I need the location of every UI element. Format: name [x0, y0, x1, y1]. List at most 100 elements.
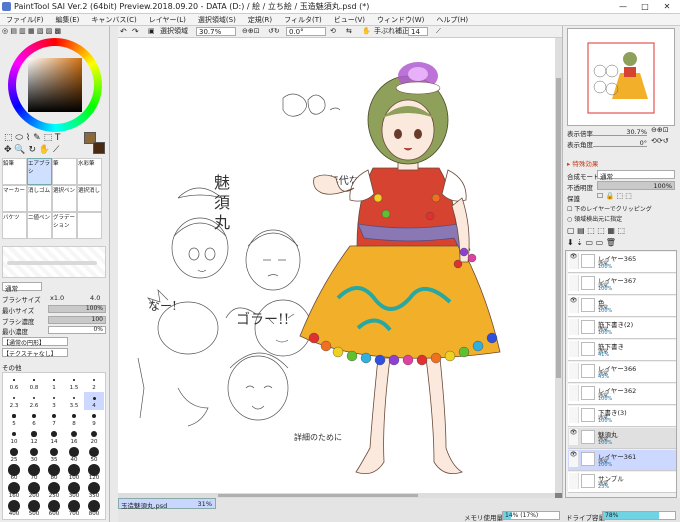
- menu-ruler[interactable]: 定規(R): [242, 14, 278, 26]
- layer-visibility-toggle[interactable]: 👁: [569, 429, 579, 445]
- brush-size-cell[interactable]: 25: [4, 446, 24, 464]
- menu-help[interactable]: ヘルプ(H): [430, 14, 474, 26]
- navigator-preview[interactable]: [567, 28, 675, 126]
- brush-size-cell[interactable]: 5: [4, 410, 24, 428]
- layer-row[interactable]: 下書き(3) 通常 100%: [568, 406, 676, 427]
- brush-size-cell[interactable]: 8: [64, 410, 84, 428]
- min-size-slider[interactable]: 100%: [48, 305, 106, 313]
- brush-size-cell[interactable]: 2.3: [4, 392, 24, 410]
- brush-size-cell[interactable]: 70: [24, 464, 44, 482]
- layer-row[interactable]: 👁 レイヤー365 通常 100%: [568, 252, 676, 273]
- menu-filter[interactable]: フィルタ(T): [278, 14, 328, 26]
- layer-visibility-toggle[interactable]: [569, 407, 579, 423]
- brush-size-cell[interactable]: 800: [84, 500, 104, 518]
- layer-visibility-toggle[interactable]: [569, 385, 579, 401]
- brush-size-cell[interactable]: 500: [24, 500, 44, 518]
- brush-size-cell[interactable]: 400: [4, 500, 24, 518]
- region-detect-checkbox[interactable]: ○ 領域検出元に指定: [567, 214, 622, 223]
- brush-size-cell[interactable]: 40: [64, 446, 84, 464]
- layer-row[interactable]: レイヤー367 通常 100%: [568, 274, 676, 295]
- brush-size-cell[interactable]: 120: [84, 464, 104, 482]
- layer-opacity-slider[interactable]: 100%: [597, 181, 675, 190]
- layer-action-icons[interactable]: ▢ ▤ ⬚ ⬚ ▦ ⬚: [567, 226, 625, 235]
- zoom-control-icons[interactable]: ⊖⊕⊡: [651, 126, 669, 134]
- tool-gradient[interactable]: グラデーション: [53, 215, 75, 229]
- tool-binary-pen[interactable]: 二値ペン: [28, 215, 50, 221]
- brush-size-cell[interactable]: 600: [44, 500, 64, 518]
- brush-size-cell[interactable]: 30: [24, 446, 44, 464]
- menu-view[interactable]: ビュー(V): [328, 14, 371, 26]
- brush-size-cell[interactable]: 1: [44, 374, 64, 392]
- tool-watercolor[interactable]: 水彩筆: [78, 161, 95, 167]
- color-sv-square[interactable]: [28, 58, 82, 112]
- layer-visibility-toggle[interactable]: 👁: [569, 297, 579, 313]
- brush-shape-select[interactable]: 【通常の円形】: [2, 337, 68, 347]
- protect-icons[interactable]: ☐ 🔒 ⬚ ⬚: [597, 192, 632, 200]
- zoom-select[interactable]: 30.7%: [196, 27, 236, 36]
- brush-size-cell[interactable]: 10: [4, 428, 24, 446]
- brush-size-cell[interactable]: 14: [44, 428, 64, 446]
- brush-size-value[interactable]: 4.0: [90, 294, 100, 304]
- layer-row[interactable]: 👁 魅須丸 通常 100%: [568, 428, 676, 449]
- file-tab[interactable]: 玉造魅須丸.psd 31%: [118, 498, 216, 510]
- layer-visibility-toggle[interactable]: 👁: [569, 451, 579, 467]
- layer-visibility-toggle[interactable]: [569, 473, 579, 489]
- tool-select-eraser[interactable]: 選択消し: [78, 188, 100, 194]
- brush-texture-select[interactable]: 【テクスチャなし】: [2, 348, 68, 358]
- tool-select-pen[interactable]: 選択ペン: [53, 188, 75, 194]
- menu-edit[interactable]: 編集(E): [50, 14, 86, 26]
- select-none-icon[interactable]: ▣: [148, 27, 155, 36]
- menu-layer[interactable]: レイヤー(L): [143, 14, 192, 26]
- clipping-checkbox[interactable]: ☐ 下のレイヤーでクリッピング: [567, 204, 652, 213]
- tool-airbrush[interactable]: エアブラシ: [28, 161, 50, 175]
- brush-size-cell[interactable]: 80: [44, 464, 64, 482]
- other-settings-toggle[interactable]: その他: [2, 362, 22, 372]
- brush-size-cell[interactable]: 16: [64, 428, 84, 446]
- color-mode-tabs[interactable]: ◎ ▤ ▥ ▦ ▧ ▨ ▩: [2, 27, 92, 36]
- zoom-buttons[interactable]: ⊖⊕⊡: [242, 27, 260, 36]
- brush-size-cell[interactable]: 12: [24, 428, 44, 446]
- view-angle-value[interactable]: 0°: [593, 139, 647, 147]
- brush-size-cell[interactable]: 35: [44, 446, 64, 464]
- layer-row[interactable]: レイヤー366 通常 43%: [568, 362, 676, 383]
- layer-row[interactable]: 筋下書き 通常 41%: [568, 340, 676, 361]
- canvas-viewport[interactable]: 魅 須 丸 90年代な顔 ゴラー!! なー! 詳細のために: [118, 38, 562, 498]
- secondary-color-swatch[interactable]: [93, 142, 105, 154]
- brush-size-cell[interactable]: 350: [84, 482, 104, 500]
- layer-visibility-toggle[interactable]: 👁: [569, 253, 579, 269]
- tool-pencil[interactable]: 鉛筆: [3, 161, 14, 167]
- tool-empty-slot[interactable]: [77, 212, 102, 239]
- canvas-paper[interactable]: 魅 須 丸 90年代な顔 ゴラー!! なー! 詳細のために: [118, 38, 555, 493]
- tool-brush[interactable]: 筆: [53, 161, 59, 167]
- layer-blend-select[interactable]: 通常: [597, 170, 675, 181]
- brush-size-cell[interactable]: 9: [84, 410, 104, 428]
- vertical-scrollbar[interactable]: [555, 38, 562, 493]
- rotation-select[interactable]: 0.0°: [286, 27, 326, 36]
- angle-control-icons[interactable]: ⟲⟳↺: [651, 137, 669, 145]
- brush-size-cell[interactable]: 60: [4, 464, 24, 482]
- minimize-button[interactable]: —: [614, 1, 632, 12]
- brush-size-cell[interactable]: 1.5: [64, 374, 84, 392]
- redo-icon[interactable]: ↷: [132, 27, 139, 36]
- layer-row[interactable]: 筋下書き(2) 通常 100%: [568, 318, 676, 339]
- rotate-buttons[interactable]: ↺↻: [268, 27, 280, 36]
- reset-rotation-icon[interactable]: ⟲: [330, 27, 336, 36]
- brush-size-cell[interactable]: 0.6: [4, 374, 24, 392]
- brush-size-cell[interactable]: 20: [84, 428, 104, 446]
- brush-size-cell[interactable]: 50: [84, 446, 104, 464]
- brush-size-cell[interactable]: 7: [44, 410, 64, 428]
- tool-eraser[interactable]: 消しゴム: [28, 188, 50, 194]
- brush-size-cell[interactable]: 3: [44, 392, 64, 410]
- brush-size-cell[interactable]: 2.6: [24, 392, 44, 410]
- effects-header[interactable]: ▸ 特殊効果: [567, 158, 598, 168]
- layer-row[interactable]: サンプル 通常 23%: [568, 472, 676, 493]
- tool-bucket[interactable]: バケツ: [3, 215, 20, 221]
- selection-tools[interactable]: ⬚ ⬭ ⌇ ✎ ⬚ T ✥ 🔍 ↻ ✋ ⟋: [4, 132, 84, 156]
- menu-selection[interactable]: 選択領域(S): [192, 14, 242, 26]
- brush-size-cell[interactable]: 2: [84, 374, 104, 392]
- tool-marker[interactable]: マーカー: [3, 188, 25, 194]
- min-density-slider[interactable]: 0%: [48, 326, 106, 334]
- stabilizer-select[interactable]: 14: [408, 27, 428, 36]
- brush-size-cell[interactable]: 200: [24, 482, 44, 500]
- brush-density-slider[interactable]: 100: [48, 316, 106, 324]
